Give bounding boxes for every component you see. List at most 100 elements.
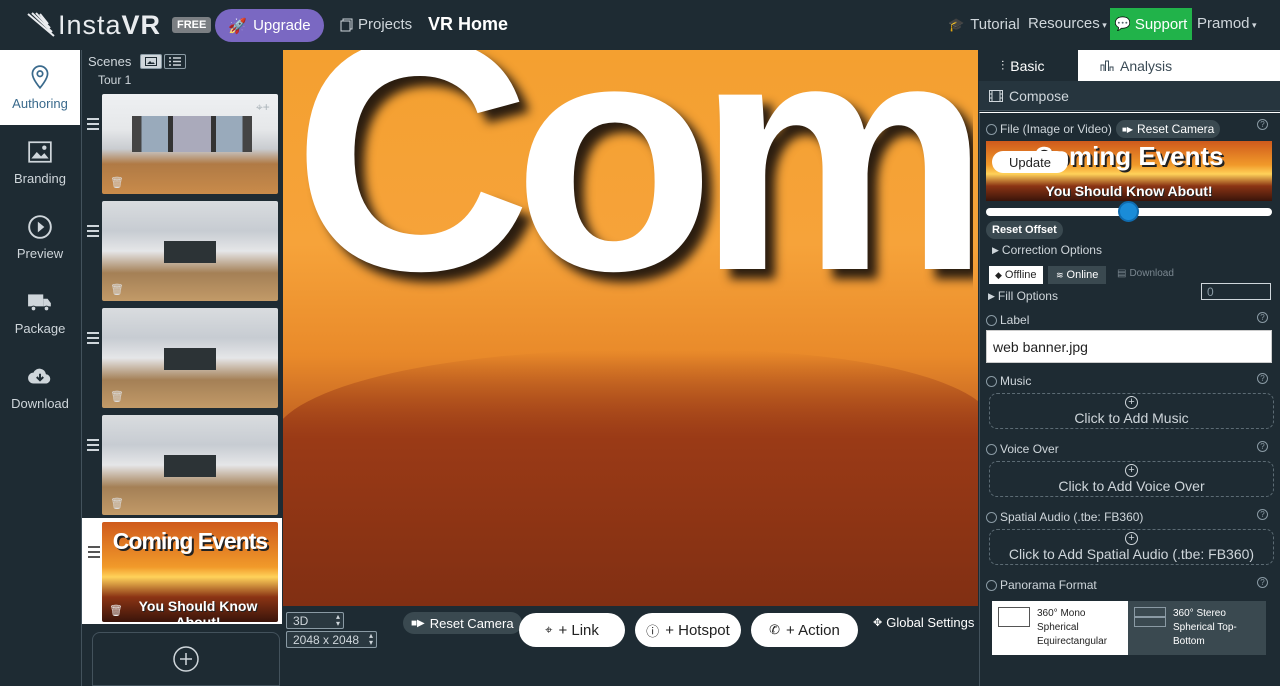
add-hotspot-button[interactable]: ⓘ + Hotspot (635, 613, 741, 647)
drag-handle-icon[interactable] (87, 332, 99, 347)
compose-label: Compose (1009, 87, 1069, 104)
compose-tab[interactable]: Compose (979, 81, 1280, 111)
caret-right-icon: ▶ (988, 290, 995, 301)
add-voice-over-dropzone[interactable]: + Click to Add Voice Over (989, 461, 1274, 497)
resources-dropdown[interactable]: Resources ▾ (1028, 15, 1107, 32)
panel-tabs: ⫶ Basic Analysis (979, 50, 1280, 81)
add-link-button[interactable]: ⌖ + Link (519, 613, 625, 647)
image-icon (145, 57, 157, 66)
label-input[interactable]: web banner.jpg (986, 330, 1272, 363)
check-circle-icon (986, 443, 997, 455)
add-spatial-audio-dropzone[interactable]: + Click to Add Spatial Audio (.tbe: FB360… (989, 529, 1274, 565)
add-scene-button[interactable] (92, 632, 280, 686)
trash-icon[interactable]: 🗑 (110, 497, 124, 510)
pano-option-mono[interactable]: 360° Mono Spherical Equirectangular (992, 601, 1128, 655)
scene-thumbnail[interactable]: Coming Events You Should Know About! 🗑 (102, 522, 278, 622)
tab-basic[interactable]: ⫶ Basic (979, 50, 1078, 81)
plus-circle-icon (173, 646, 199, 672)
help-icon[interactable]: ? (1257, 119, 1268, 130)
grid-view-button[interactable] (140, 54, 162, 69)
support-button[interactable]: 💬 Support (1110, 8, 1192, 40)
sliders-icon: ⫶ (1001, 57, 1005, 73)
nav-preview[interactable]: Preview (0, 200, 80, 275)
scene-thumbnail[interactable]: 🗑 (102, 308, 278, 408)
nav-branding[interactable]: Branding (0, 125, 80, 200)
phone-icon: ✆ (769, 622, 781, 637)
spinner-arrows-icon: ▴ ▾ (335, 612, 340, 628)
help-icon[interactable]: ? (1257, 312, 1268, 323)
projects-link[interactable]: Projects (340, 16, 412, 33)
spatial-audio-heading: Spatial Audio (.tbe: FB360) (986, 510, 1143, 524)
trash-icon[interactable]: 🗑 (110, 283, 124, 296)
help-icon[interactable]: ? (1257, 441, 1268, 452)
stereo-mode-select[interactable]: 3D ▴ ▾ (286, 612, 344, 629)
check-circle-icon (986, 579, 997, 591)
offset-input[interactable]: 0 (1201, 283, 1271, 300)
trash-icon[interactable]: 🗑 (109, 604, 123, 617)
instavr-logo[interactable]: InstaVR (26, 8, 166, 42)
add-hotspot-pin-icon[interactable]: ⌖+ (256, 100, 270, 115)
mono-frame-icon (998, 607, 1030, 627)
list-icon (169, 57, 181, 66)
drag-handle-icon[interactable] (87, 225, 99, 240)
scene-preview-table (164, 241, 216, 263)
file-preview-image[interactable]: Coming Events You Should Know About! Upd… (986, 141, 1272, 201)
add-action-label: + Action (786, 621, 840, 639)
graduation-cap-icon: 🎓 (948, 16, 965, 32)
bar-chart-icon (1100, 60, 1114, 71)
fill-options-toggle[interactable]: ▶ Fill Options (988, 289, 1058, 303)
drag-handle-icon[interactable] (87, 439, 99, 454)
page-title: VR Home (428, 14, 509, 34)
scene-thumbnail[interactable]: 🗑 (102, 415, 278, 515)
global-settings-button[interactable]: ✥ Global Settings (873, 615, 974, 630)
video-camera-icon: ■▶ (411, 617, 425, 629)
file-reset-camera-button[interactable]: ■▶ Reset Camera (1116, 120, 1221, 138)
pano-option-stereo[interactable]: 360° Stereo Spherical Top-Bottom (1128, 601, 1266, 655)
check-circle-icon (986, 314, 997, 326)
nav-package[interactable]: Package (0, 275, 80, 350)
copy-icon (340, 18, 353, 31)
help-icon[interactable]: ? (1257, 373, 1268, 384)
scene-thumbnail[interactable]: ⌖+ 🗑 (102, 94, 278, 194)
trash-icon[interactable]: 🗑 (110, 390, 124, 403)
tab-analysis[interactable]: Analysis (1078, 50, 1280, 81)
stereo-frame-icon (1134, 607, 1166, 627)
play-icon (28, 215, 52, 239)
info-circle-icon: ⓘ (646, 623, 660, 639)
sunset-hills (283, 350, 978, 606)
list-view-button[interactable] (164, 54, 186, 69)
resolution-select[interactable]: 2048 x 2048 ▴ ▾ (286, 631, 377, 648)
trash-icon[interactable]: 🗑 (110, 176, 124, 189)
user-menu[interactable]: Pramod ▾ (1197, 15, 1257, 32)
download-link[interactable]: ▤ Download (1117, 268, 1174, 279)
film-icon (989, 89, 1003, 102)
reset-camera-button[interactable]: ■▶ Reset Camera (403, 612, 522, 634)
drag-handle-icon[interactable] (88, 546, 100, 561)
truck-icon (28, 294, 51, 312)
offset-slider-handle[interactable] (1118, 201, 1139, 222)
add-music-dropzone[interactable]: + Click to Add Music (989, 393, 1274, 429)
upgrade-button[interactable]: 🚀 Upgrade (215, 9, 324, 42)
nav-authoring[interactable]: Authoring (0, 50, 80, 125)
tour-label: Tour 1 (98, 73, 132, 87)
scene-thumbnail[interactable]: 🗑 (102, 201, 278, 301)
nav-label: Authoring (12, 96, 68, 111)
online-button[interactable]: ≋ Online (1048, 266, 1107, 284)
correction-options-toggle[interactable]: ▶ Correction Options (992, 243, 1102, 257)
nav-download[interactable]: Download (0, 350, 80, 425)
tutorial-link[interactable]: 🎓 Tutorial (948, 16, 1020, 33)
reset-offset-button[interactable]: Reset Offset (986, 221, 1063, 239)
vr-viewport[interactable]: Coming Events (283, 50, 978, 606)
help-icon[interactable]: ? (1257, 509, 1268, 520)
help-icon[interactable]: ? (1257, 577, 1268, 588)
add-action-button[interactable]: ✆ + Action (751, 613, 858, 647)
nav-label: Package (14, 321, 66, 336)
image-icon (28, 141, 52, 163)
location-pin-icon (31, 65, 49, 90)
offline-button[interactable]: ◆ Offline (989, 266, 1043, 284)
selected-scene-row[interactable]: Coming Events You Should Know About! 🗑 (82, 518, 282, 624)
check-circle-icon (986, 123, 997, 135)
update-button[interactable]: Update (992, 151, 1068, 173)
drag-handle-icon[interactable] (87, 118, 99, 133)
map-marker-icon: ⌖ (545, 622, 553, 637)
